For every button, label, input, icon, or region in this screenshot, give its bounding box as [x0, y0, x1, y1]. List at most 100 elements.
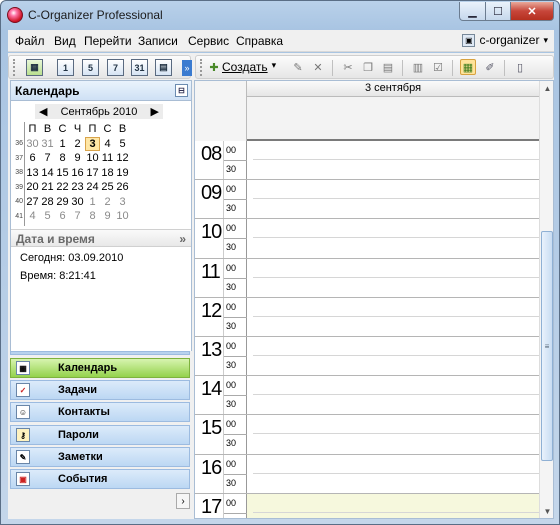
calendar-day[interactable]: 5	[115, 138, 130, 150]
half-hour-slot[interactable]	[253, 415, 539, 435]
app-logo-icon[interactable]	[7, 7, 23, 23]
calendar-day[interactable]: 2	[70, 138, 85, 150]
calendar-day[interactable]: 12	[115, 152, 130, 164]
work-week-view-button[interactable]: 5	[82, 59, 99, 76]
half-hour-slot[interactable]	[253, 141, 539, 160]
maximize-button[interactable]: ☐	[485, 2, 511, 21]
prev-month-icon[interactable]: ◀	[39, 105, 47, 118]
calendar-day[interactable]: 24	[85, 181, 100, 193]
time-slot[interactable]	[247, 219, 539, 257]
calendar-day-selected[interactable]: 3	[85, 136, 100, 151]
calendar-day[interactable]: 28	[40, 196, 55, 208]
half-hour-slot[interactable]	[253, 298, 539, 317]
scroll-down-icon[interactable]: ▼	[542, 505, 553, 517]
calendar-day[interactable]: 18	[100, 167, 115, 179]
close-button[interactable]: ✕	[510, 2, 554, 21]
time-slot[interactable]	[247, 141, 539, 179]
menu-view[interactable]: Вид	[54, 34, 76, 48]
create-button[interactable]: Создать ▾	[222, 60, 276, 74]
calendar-day[interactable]: 15	[55, 167, 70, 179]
calendar-day[interactable]: 4	[25, 210, 40, 222]
layout-icon[interactable]: ▯	[512, 59, 528, 75]
calendar-day[interactable]: 30	[25, 138, 40, 150]
menu-file[interactable]: Файл	[15, 34, 45, 48]
nav-splitter[interactable]	[10, 351, 190, 355]
time-slot[interactable]	[247, 180, 539, 218]
calendar-day[interactable]: 29	[55, 196, 70, 208]
edit-icon[interactable]: ✎	[290, 59, 306, 75]
day-header[interactable]: 3 сентября	[247, 81, 539, 97]
calendar-day[interactable]: 10	[115, 210, 130, 222]
menu-go[interactable]: Перейти	[84, 34, 132, 48]
user-menu[interactable]: ▣ c-organizer ▾	[462, 33, 548, 47]
delete-icon[interactable]: ✕	[310, 59, 326, 75]
calendar-day[interactable]: 1	[55, 138, 70, 150]
half-hour-slot[interactable]	[253, 180, 539, 200]
calendar-day[interactable]: 2	[100, 196, 115, 208]
calendar-day[interactable]: 31	[40, 138, 55, 150]
calendar-day[interactable]: 8	[85, 210, 100, 222]
all-day-area[interactable]	[247, 97, 539, 141]
year-view-button[interactable]: ▤	[155, 59, 172, 76]
calendar-day[interactable]: 30	[70, 196, 85, 208]
paste-icon[interactable]: ▤	[380, 59, 396, 75]
title-bar[interactable]: C-Organizer Professional ▁ ☐ ✕	[1, 1, 559, 29]
time-slot[interactable]	[247, 455, 539, 493]
calendar-day[interactable]: 8	[55, 152, 70, 164]
calendar-day[interactable]: 6	[55, 210, 70, 222]
show-calendar-icon[interactable]: ▦	[460, 59, 476, 75]
nav-contacts[interactable]: ☺ Контакты	[10, 402, 190, 422]
scroll-up-icon[interactable]: ▲	[542, 82, 553, 94]
toolbar-grip[interactable]	[200, 59, 202, 76]
mini-calendar-month[interactable]: Сентябрь 2010	[61, 106, 138, 118]
properties-icon[interactable]: ▥	[410, 59, 426, 75]
nav-tasks[interactable]: ✓ Задачи	[10, 380, 190, 400]
calendar-day[interactable]: 6	[25, 152, 40, 164]
calendar-day[interactable]: 9	[100, 210, 115, 222]
calendar-day[interactable]: 19	[115, 167, 130, 179]
nav-notes[interactable]: ✎ Заметки	[10, 447, 190, 467]
collapse-icon[interactable]: »	[179, 232, 186, 246]
copy-icon[interactable]: ❐	[360, 59, 376, 75]
time-slot[interactable]	[247, 298, 539, 336]
half-hour-slot[interactable]	[253, 219, 539, 239]
time-slot[interactable]	[247, 415, 539, 453]
half-hour-slot[interactable]	[253, 494, 539, 513]
menu-help[interactable]: Справка	[236, 34, 283, 48]
day-view-button[interactable]: 1	[57, 59, 74, 76]
calendar-day[interactable]: 23	[70, 181, 85, 193]
calendar-day[interactable]: 4	[100, 138, 115, 150]
time-slot[interactable]	[247, 493, 539, 518]
calendar-day[interactable]: 16	[70, 167, 85, 179]
pin-icon[interactable]: ⊟	[175, 84, 188, 97]
next-month-icon[interactable]: ▶	[151, 105, 159, 118]
cut-icon[interactable]: ✂	[340, 59, 356, 75]
calendar-day[interactable]: 10	[85, 152, 100, 164]
nav-events[interactable]: ▣ События	[10, 469, 190, 489]
toggle-panel-button[interactable]: ▦	[26, 59, 43, 76]
datetime-panel-header[interactable]: Дата и время »	[11, 229, 191, 247]
calendar-day[interactable]: 17	[85, 167, 100, 179]
nav-calendar[interactable]: ▦ Календарь	[10, 358, 190, 378]
calendar-day[interactable]: 5	[40, 210, 55, 222]
minimize-button[interactable]: ▁	[459, 2, 486, 21]
half-hour-slot[interactable]	[253, 337, 539, 356]
week-view-button[interactable]: 7	[107, 59, 124, 76]
calendar-day[interactable]: 9	[70, 152, 85, 164]
vertical-scrollbar[interactable]: ▲ ≡ ▼	[539, 81, 553, 518]
toolbar-overflow-button[interactable]: »	[182, 60, 192, 76]
menu-records[interactable]: Записи	[138, 34, 178, 48]
nav-passwords[interactable]: ⚷ Пароли	[10, 425, 190, 445]
half-hour-slot[interactable]	[253, 455, 539, 474]
calendar-day[interactable]: 26	[115, 181, 130, 193]
calendar-day[interactable]: 20	[25, 181, 40, 193]
calendar-day[interactable]: 14	[40, 167, 55, 179]
half-hour-slot[interactable]	[253, 259, 539, 278]
calendar-day[interactable]: 7	[40, 152, 55, 164]
new-item-icon[interactable]: ✚	[206, 59, 222, 75]
calendar-day[interactable]: 22	[55, 181, 70, 193]
time-slot[interactable]	[247, 376, 539, 414]
calendar-day[interactable]: 3	[115, 196, 130, 208]
calendar-day[interactable]: 13	[25, 167, 40, 179]
month-view-button[interactable]: 31	[131, 59, 148, 76]
